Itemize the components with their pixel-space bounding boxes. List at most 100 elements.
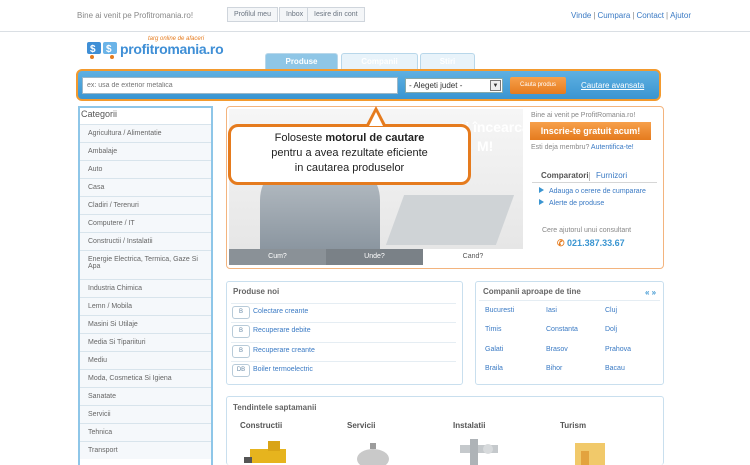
callout-text-pre: Foloseste <box>274 132 326 144</box>
tab-stiri[interactable]: Stiri <box>420 53 475 70</box>
tab-furnizori[interactable]: Furnizori <box>596 171 627 180</box>
advanced-search-link[interactable]: Cautare avansata <box>581 81 644 90</box>
companies-pager[interactable]: « » <box>645 288 656 297</box>
category-item[interactable]: Moda, Cosmetica Si Igiena <box>80 369 211 387</box>
trend-instalatii[interactable]: Instalatii <box>453 421 485 430</box>
register-button[interactable]: Inscrie-te gratuit acum! <box>530 122 651 140</box>
product-link[interactable]: Recuperare creante <box>253 347 315 354</box>
category-item[interactable]: Sanatate <box>80 387 211 405</box>
search-button[interactable]: Cauta produs <box>510 77 566 94</box>
product-link[interactable]: Colectare creante <box>253 308 308 315</box>
product-row[interactable]: B Recuperare debite <box>231 322 456 339</box>
arrow-right-icon <box>539 199 544 205</box>
city-link[interactable]: Timis <box>485 326 501 333</box>
city-link[interactable]: Bihor <box>546 365 562 372</box>
product-alerts-link[interactable]: Alerte de produse <box>539 199 604 207</box>
city-link[interactable]: Galati <box>485 346 503 353</box>
product-link[interactable]: Boiler termoelectric <box>253 366 313 373</box>
logo-text[interactable]: profitromania.ro <box>120 41 224 57</box>
categories-title: Categorii <box>81 109 118 119</box>
callout-line-2: pentru a avea rezultate eficiente <box>271 147 428 159</box>
search-tip-callout: Foloseste motorul de cautare pentru a av… <box>228 124 471 185</box>
category-item[interactable]: Industria Chimica <box>80 279 211 297</box>
product-badge: DB <box>232 364 250 377</box>
category-item[interactable]: Constructii / Instalatii <box>80 232 211 250</box>
bulldozer-image[interactable] <box>244 437 300 465</box>
category-item[interactable]: Transport <box>80 441 211 459</box>
product-row[interactable]: B Colectare creante <box>231 303 456 320</box>
city-link[interactable]: Bacau <box>605 365 625 372</box>
city-link[interactable]: Bucuresti <box>485 307 514 314</box>
product-row[interactable]: B Recuperare creante <box>231 342 456 359</box>
city-link[interactable]: Cluj <box>605 307 617 314</box>
county-select-value: - Alegeti judet - <box>409 81 463 90</box>
top-links: Vinde | Cumpara | Contact | Ajutor <box>571 11 691 20</box>
contact-link[interactable]: Contact <box>636 11 664 20</box>
category-item[interactable]: Computere / IT <box>80 214 211 232</box>
subtab-underline <box>532 182 657 183</box>
city-link[interactable]: Prahova <box>605 346 631 353</box>
category-item[interactable]: Auto <box>80 160 211 178</box>
category-item[interactable]: Cladiri / Terenuri <box>80 196 211 214</box>
companies-divider <box>479 300 660 301</box>
member-prompt: Esti deja membru? Autentifica-te! <box>531 144 634 151</box>
add-request-label: Adauga o cerere de cumparare <box>549 188 646 195</box>
sell-link[interactable]: Vinde <box>571 11 591 20</box>
inbox-button[interactable]: Inbox <box>279 7 311 22</box>
hero-strip-cand[interactable]: Cand? <box>423 249 523 265</box>
hero-strip-cum[interactable]: Cum? <box>229 249 326 265</box>
svg-text:$: $ <box>90 44 96 55</box>
category-item[interactable]: Energie Electrica, Termica, Gaze Si Apa <box>80 250 211 279</box>
pipes-image[interactable] <box>456 437 506 465</box>
callout-text-bold: motorul de cautare <box>325 132 425 144</box>
product-link[interactable]: Recuperare debite <box>253 327 311 334</box>
category-item[interactable]: Masini Si Utilaje <box>80 315 211 333</box>
tab-comparatori[interactable]: Comparatori <box>541 171 589 180</box>
phone-icon: ✆ <box>557 238 568 248</box>
city-link[interactable]: Brasov <box>546 346 568 353</box>
tourism-image[interactable] <box>565 437 615 465</box>
category-item[interactable]: Media Si Tipariituri <box>80 333 211 351</box>
city-link[interactable]: Iasi <box>546 307 557 314</box>
logout-button[interactable]: Iesire din cont <box>307 7 365 22</box>
category-item[interactable]: Servicii <box>80 405 211 423</box>
product-badge: B <box>232 325 250 338</box>
profile-button[interactable]: Profilul meu <box>227 7 278 22</box>
category-item[interactable]: Mediu <box>80 351 211 369</box>
tab-produse[interactable]: Produse <box>265 53 338 70</box>
svg-text:$: $ <box>106 44 112 55</box>
category-item[interactable]: Lemn / Mobila <box>80 297 211 315</box>
hero-strip-unde[interactable]: Unde? <box>326 249 423 265</box>
trend-servicii[interactable]: Servicii <box>347 421 375 430</box>
phone-number[interactable]: ✆ 021.387.33.67 <box>557 238 625 249</box>
category-item[interactable]: Tehnica <box>80 423 211 441</box>
add-request-link[interactable]: Adauga o cerere de cumparare <box>539 187 646 195</box>
category-item[interactable]: Agricultura / Alimentatie <box>80 124 211 142</box>
help-link[interactable]: Ajutor <box>670 11 691 20</box>
search-input[interactable] <box>82 77 398 94</box>
hero-headline-2: M! <box>477 138 494 154</box>
phone-value: 021.387.33.67 <box>567 238 625 248</box>
city-link[interactable]: Constanta <box>546 326 578 333</box>
callout-tail-inner <box>369 112 383 126</box>
city-link[interactable]: Dolj <box>605 326 617 333</box>
logo-cart-icon[interactable]: $ $ <box>86 40 120 60</box>
trend-constructii[interactable]: Constructii <box>240 421 282 430</box>
nearby-companies-panel <box>475 281 664 385</box>
consultant-text: Cere ajutorul unui consultant <box>542 227 632 234</box>
top-divider <box>0 31 750 32</box>
arrow-right-icon <box>539 187 544 193</box>
chevron-down-icon[interactable]: ▼ <box>490 80 501 91</box>
trend-turism[interactable]: Turism <box>560 421 586 430</box>
login-link[interactable]: Autentifica-te! <box>591 144 634 151</box>
county-select[interactable]: - Alegeti judet - ▼ <box>405 78 503 93</box>
category-item[interactable]: Casa <box>80 178 211 196</box>
city-link[interactable]: Braila <box>485 365 503 372</box>
tab-companii[interactable]: Companii <box>341 53 418 70</box>
category-item[interactable]: Ambalaje <box>80 142 211 160</box>
callout-line-3: in cautarea produselor <box>294 162 405 174</box>
product-row[interactable]: DB Boiler termoelectric <box>231 361 456 378</box>
buy-link[interactable]: Cumpara <box>597 11 630 20</box>
service-bell-image[interactable] <box>351 437 401 465</box>
member-question: Esti deja membru? <box>531 144 590 151</box>
